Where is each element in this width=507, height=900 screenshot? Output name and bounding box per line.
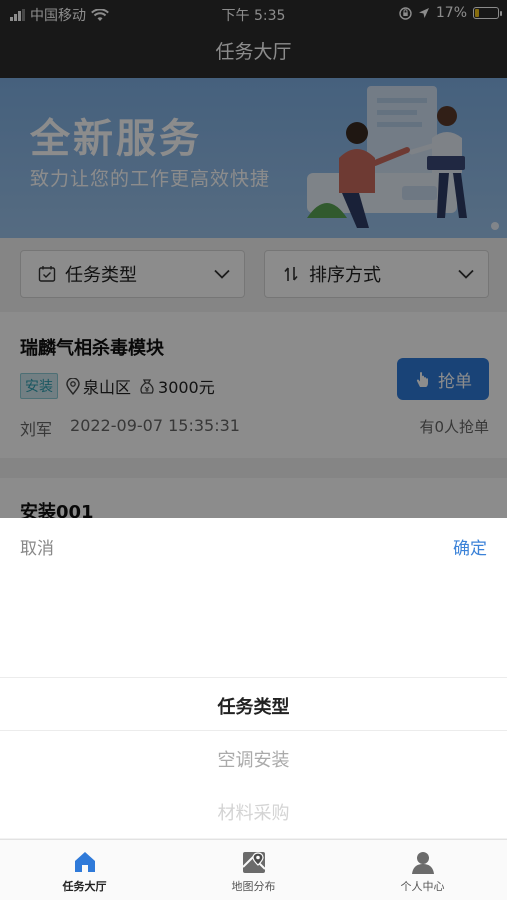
tab-task-hall[interactable]: 任务大厅	[0, 840, 169, 900]
modal-overlay[interactable]	[0, 0, 507, 518]
tab-profile[interactable]: 个人中心	[338, 840, 507, 900]
tab-label: 地图分布	[231, 880, 276, 893]
user-icon	[411, 852, 434, 874]
confirm-button[interactable]: 确定	[453, 534, 487, 559]
home-icon	[74, 852, 95, 872]
picker-option[interactable]: 材料采购	[0, 799, 507, 825]
tab-label: 任务大厅	[62, 880, 107, 893]
picker-divider	[0, 677, 507, 678]
picker-option[interactable]: 空调安装	[0, 746, 507, 772]
tab-map[interactable]: 地图分布	[169, 840, 338, 900]
picker-sheet: 取消 确定 任务类型 空调安装 材料采购	[0, 518, 507, 838]
picker-option-selected[interactable]: 任务类型	[0, 693, 507, 719]
tab-label: 个人中心	[400, 880, 445, 893]
cancel-button[interactable]: 取消	[20, 534, 54, 559]
picker-divider	[0, 730, 507, 731]
map-icon	[241, 852, 266, 873]
bottom-tab-bar: 任务大厅 地图分布 个人中心	[0, 839, 507, 900]
